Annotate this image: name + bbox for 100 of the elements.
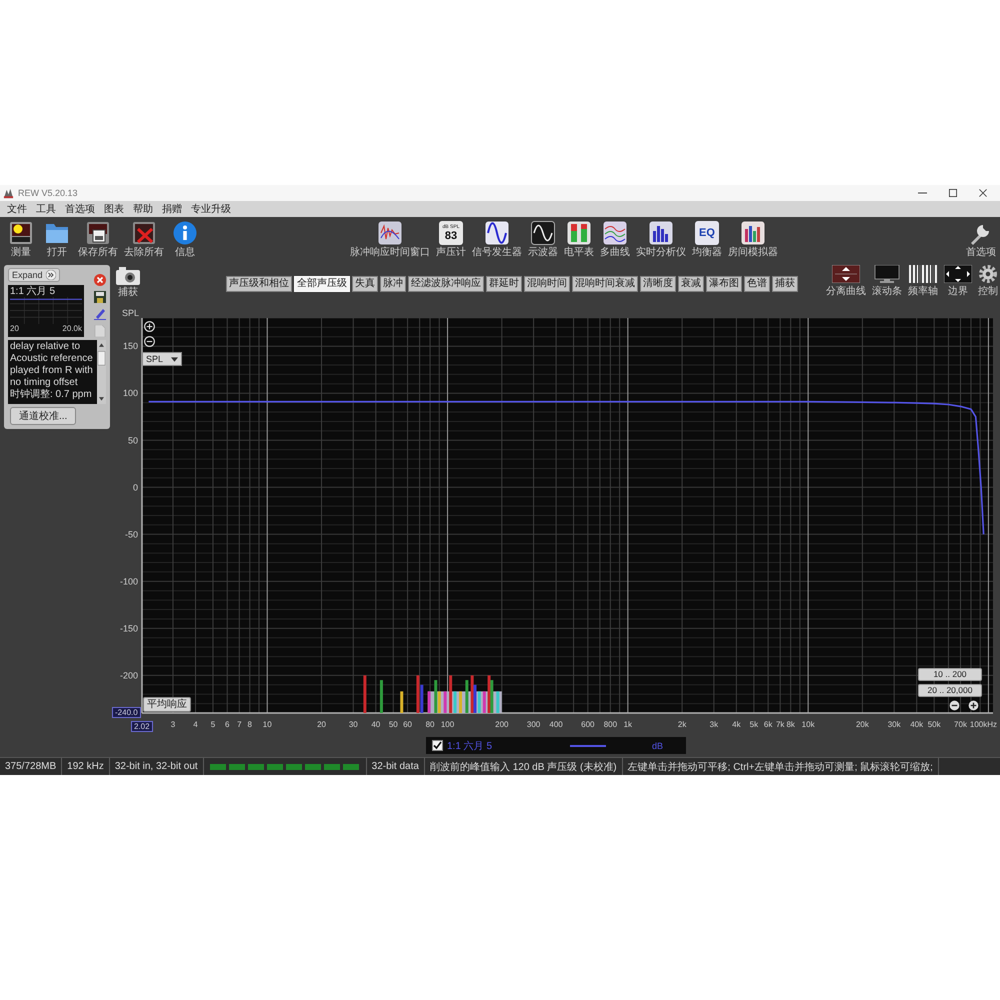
expand-button[interactable]: Expand (8, 268, 60, 282)
graph-tab[interactable]: 混响时间 (524, 276, 570, 292)
measurement-name: 1:1 六月 5 (10, 286, 56, 297)
status-text: 左键单击并拖动可平移; Ctrl+左键单击并拖动可测量; 鼠标滚轮可缩放; (622, 758, 939, 775)
graph-tab[interactable]: 群延时 (486, 276, 522, 292)
close-icon[interactable] (979, 189, 987, 197)
x-tick-label: 20k (856, 720, 869, 729)
y-tick-label: 0 (132, 482, 138, 492)
toolbar-button[interactable]: 保存所有 (78, 221, 118, 259)
graph-control-button[interactable]: 控制 (978, 265, 998, 297)
x-tick-label: 100kHz (970, 720, 997, 729)
x-tick-label: 8 (248, 720, 252, 729)
toolbar-button[interactable]: 电平表 (564, 221, 594, 259)
info-line: Acoustic reference (10, 353, 94, 365)
graph-control-button[interactable]: 滚动条 (872, 265, 902, 297)
graph-tab[interactable]: 经滤波脉冲响应 (408, 276, 484, 292)
toolbar-button[interactable]: 去除所有 (124, 221, 164, 259)
calibrate-button[interactable]: 通道校准... (10, 407, 76, 425)
graph-tab[interactable]: 混响时间衰减 (572, 276, 638, 292)
legend-unit: dB (652, 740, 664, 750)
unit-dropdown[interactable]: SPL (142, 352, 182, 366)
maximize-icon[interactable] (949, 189, 957, 197)
save-icon[interactable] (94, 291, 106, 303)
graph-tab[interactable]: 色谱 (744, 276, 770, 292)
overview-graph[interactable]: 1:1 六月 5 20 20.0k (8, 285, 84, 337)
x-tick-label: 60 (403, 720, 412, 729)
y-tick-label: -200 (120, 670, 138, 680)
range-button[interactable]: 20 .. 20,000 (918, 684, 982, 697)
gear-icon (979, 265, 997, 283)
zoom-in-icon[interactable] (968, 700, 979, 711)
toolbar-button[interactable]: 多曲线 (600, 221, 630, 259)
graph-tab[interactable]: 衰减 (678, 276, 704, 292)
zoom-in-icon[interactable] (144, 321, 155, 332)
menu-item[interactable]: 捐赠 (162, 202, 182, 216)
chevron-icon (46, 270, 56, 280)
toolbar-button[interactable]: 打开 (42, 221, 72, 259)
x-tick-label: 50k (928, 720, 941, 729)
x-tick-label: 200 (495, 720, 508, 729)
bar-graph-icon (649, 221, 673, 245)
legend-checkbox[interactable] (432, 740, 443, 751)
menu-item[interactable]: 文件 (7, 202, 27, 216)
status-text: 32-bit data (366, 758, 425, 775)
menu-item[interactable]: 首选项 (65, 202, 95, 216)
x-tick-label: 10k (802, 720, 815, 729)
zoom-out-icon[interactable] (144, 336, 155, 347)
graph-tab[interactable]: 全部声压级 (294, 276, 350, 292)
range-button[interactable]: 10 .. 200 (918, 668, 982, 681)
graph-tab[interactable]: 失真 (352, 276, 378, 292)
info-line: delay relative to (10, 341, 82, 353)
level-meter-icon (567, 221, 591, 245)
menu-item[interactable]: 帮助 (133, 202, 153, 216)
toolbar-button[interactable]: EQ 均衡器 (692, 221, 722, 259)
pen-icon[interactable] (94, 308, 106, 320)
x-tick-label: 5 (210, 720, 216, 729)
graph-tab[interactable]: 脉冲 (380, 276, 406, 292)
toolbar-button[interactable]: 测量 (6, 221, 36, 259)
x-tick-label: 40 (371, 720, 380, 729)
minimize-icon[interactable] (918, 192, 927, 194)
y-tick-label: 100 (122, 388, 138, 398)
toolbar-button[interactable]: 脉冲响应时间窗口 (350, 221, 430, 259)
menu-item[interactable]: 图表 (104, 202, 124, 216)
axis-label: 20 (10, 324, 19, 334)
x-tick-label: 7k (776, 720, 784, 729)
vertical-lines-icon (909, 265, 937, 283)
menu-item[interactable]: 工具 (36, 202, 56, 216)
toolbar-button[interactable]: 信号发生器 (472, 221, 522, 259)
toolbar-button[interactable]: 信息 (170, 221, 200, 259)
graph-control-button[interactable]: 边界 (944, 265, 972, 297)
caret-icon (171, 356, 178, 362)
window-title: REW V5.20.13 (18, 188, 78, 198)
toolbar-button[interactable]: 实时分析仪 (636, 221, 686, 259)
status-text: 375/728MB (0, 758, 62, 775)
graph-control-button[interactable]: 分离曲线 (826, 265, 866, 297)
y-tick-label: 150 (122, 341, 138, 352)
graph-tab[interactable]: 清晰度 (640, 276, 676, 292)
toolbar-button[interactable]: 房间模拟器 (728, 221, 778, 259)
x-tick-label: 100 (440, 720, 454, 729)
menu-item[interactable]: 专业升级 (191, 202, 231, 216)
axis-label: 20.0k (62, 324, 82, 334)
x-tick-label: 70k (954, 720, 967, 729)
info-icon (173, 221, 197, 245)
toolbar-button[interactable]: 首选项 (966, 221, 996, 259)
average-button[interactable]: 平均响应 (143, 697, 191, 712)
graph-tab[interactable]: 声压级和相位 (226, 276, 292, 292)
graph-control-button[interactable]: 频率轴 (908, 265, 938, 297)
info-line: no timing offset (10, 377, 79, 388)
zoom-out-icon[interactable] (949, 700, 960, 711)
x-tick-label: 8k (786, 720, 795, 729)
graph-tab[interactable]: 捕获 (772, 276, 798, 292)
bar-chart-icon (741, 221, 765, 245)
x-tick-label: 4k (732, 720, 741, 729)
eq-icon: EQ (695, 221, 719, 245)
status-text: 192 kHz (62, 758, 110, 775)
toolbar-button[interactable]: 示波器 (528, 221, 558, 259)
capture-button[interactable]: 捕获 (116, 267, 140, 298)
x-tick-label: 6 (225, 720, 230, 729)
scrollbar[interactable] (97, 340, 106, 404)
graph-tab[interactable]: 瀑布图 (706, 276, 742, 292)
x-tick-label: 800 (604, 720, 618, 729)
x-tick-label: 4 (193, 720, 198, 729)
